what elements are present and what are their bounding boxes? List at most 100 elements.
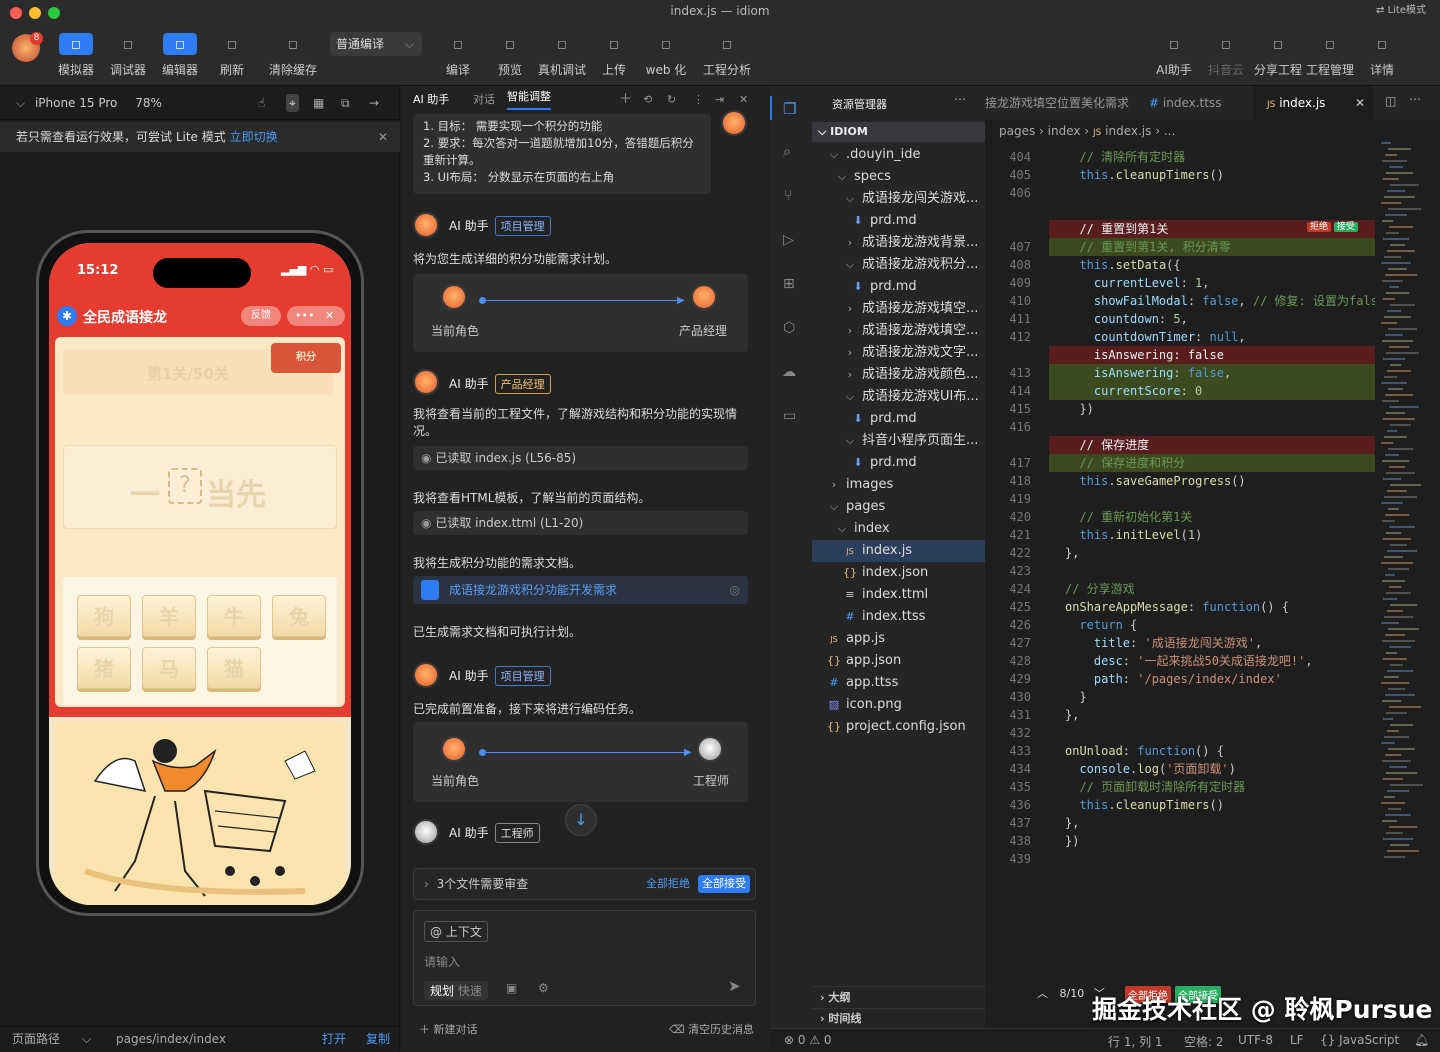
file-read-chip[interactable]: ◉ 已读取 index.js (L56-85) <box>413 446 748 470</box>
tree-item[interactable]: ⌵ 抖音小程序页面生... <box>812 430 985 452</box>
zoom-window-button[interactable] <box>48 7 60 19</box>
language-mode[interactable]: {} JavaScript <box>1320 1033 1399 1047</box>
split-editor-icon[interactable]: ◫ <box>1385 94 1396 108</box>
tree-item[interactable]: JS index.js <box>812 540 985 562</box>
tree-item[interactable]: ⌵ pages <box>812 496 985 518</box>
toolbar-right-button-2[interactable]: ◻ 分享工程 <box>1252 30 1304 80</box>
toolbar-left-button-2[interactable]: ◻ 编辑器 <box>154 30 206 80</box>
tree-item[interactable]: ⌵ .douyin_ide <box>812 144 985 166</box>
puzzle-blank[interactable]: ? <box>168 468 202 504</box>
context-button[interactable]: @ 上下文 <box>424 921 488 942</box>
lite-mode-toggle[interactable]: ⇄ Lite模式 <box>1376 0 1426 22</box>
tree-item[interactable]: JS app.js <box>812 628 985 650</box>
close-window-button[interactable] <box>10 7 22 19</box>
answer-tile[interactable]: 羊 <box>142 595 196 637</box>
more-icon[interactable]: ⋮ <box>693 86 704 114</box>
toolbar-left-button-3[interactable]: ◻ 刷新 <box>206 30 258 80</box>
tree-item[interactable]: › 成语接龙游戏颜色... <box>812 364 985 386</box>
package-icon[interactable]: ⬡ <box>783 320 795 336</box>
chevron-down-icon[interactable]: ⌵ <box>16 96 25 110</box>
encoding[interactable]: UTF-8 <box>1238 1033 1273 1047</box>
toolbar-mid-button-3[interactable]: ◻ 上传 <box>588 30 640 80</box>
extensions-icon[interactable]: ⊞ <box>783 276 795 292</box>
arrow-right-icon[interactable]: → <box>369 86 379 120</box>
answer-tile[interactable]: 猪 <box>77 647 131 689</box>
scroll-down-button[interactable]: ↓ <box>565 804 597 836</box>
tree-item[interactable]: ⌵ index <box>812 518 985 540</box>
tree-item[interactable]: # app.ttss <box>812 672 985 694</box>
toolbar-right-button-1[interactable]: ◻ 抖音云 <box>1200 30 1252 80</box>
tree-item[interactable]: › 成语接龙游戏文字... <box>812 342 985 364</box>
cloud-icon[interactable]: ☁ <box>782 364 796 380</box>
capsule-menu[interactable]: ••• ✕ <box>287 306 345 326</box>
mode-toggle[interactable]: 规划 快速 <box>424 981 488 1000</box>
toolbar-mid-button-2[interactable]: ◻ 真机调试 <box>536 30 588 80</box>
tree-item[interactable]: ⬇ prd.md <box>812 276 985 298</box>
compile-mode-select[interactable]: 普通编译 ⌵ <box>330 32 422 56</box>
toolbar-left-button-0[interactable]: ◻ 模拟器 <box>50 30 102 80</box>
accept-hunk-button[interactable]: 接受 <box>1333 222 1358 232</box>
timeline-section[interactable]: › 时间线 <box>812 1008 985 1028</box>
problems-indicator[interactable]: ⊗ 0 ⚠ 0 <box>784 1033 832 1047</box>
minimize-window-button[interactable] <box>29 7 41 19</box>
minimap[interactable] <box>1381 142 1425 942</box>
accept-all-button[interactable]: 全部接受 <box>698 875 750 893</box>
grid-icon[interactable]: ▦ <box>313 86 324 120</box>
chevron-up-icon[interactable]: ︿ <box>1037 987 1048 1000</box>
toolbar-mid-button-5[interactable]: ◻ 工程分析 <box>692 30 762 80</box>
cursor-position[interactable]: 行 1, 列 1 <box>1108 1033 1163 1050</box>
toolbar-right-button-4[interactable]: ◻ 详情 <box>1356 30 1408 80</box>
sync-icon[interactable]: ↻ <box>667 86 676 114</box>
expand-icon[interactable]: ⇥ <box>715 86 724 114</box>
tree-item[interactable]: # index.ttss <box>812 606 985 628</box>
close-icon[interactable]: ✕ <box>1355 86 1365 120</box>
tree-item[interactable]: ⌵ 成语接龙游戏UI布... <box>812 386 985 408</box>
tree-item[interactable]: ⌵ 成语接龙闯关游戏... <box>812 188 985 210</box>
tree-item[interactable]: ⬇ prd.md <box>812 408 985 430</box>
chevron-right-icon[interactable]: › <box>424 877 429 891</box>
monitor-icon[interactable]: ▭ <box>783 408 796 424</box>
reject-all-button[interactable]: 全部拒绝 <box>646 869 690 899</box>
outline-section[interactable]: › 大纲 <box>812 986 985 1008</box>
line-ending[interactable]: LF <box>1290 1033 1304 1047</box>
more-icon[interactable]: ⋯ <box>1409 92 1421 106</box>
tree-item[interactable]: {} app.json <box>812 650 985 672</box>
bell-icon[interactable]: 🔔︎ <box>1414 1033 1429 1047</box>
toolbar-left-button-1[interactable]: ◻ 调试器 <box>102 30 154 80</box>
toolbar-mid-button-1[interactable]: ◻ 预览 <box>484 30 536 80</box>
tree-item[interactable]: ⌵ 成语接龙游戏积分... <box>812 254 985 276</box>
debug-icon[interactable]: ▷ <box>783 232 794 248</box>
image-icon[interactable]: ▣ <box>506 981 517 995</box>
doc-link[interactable]: 成语接龙游戏积分功能开发需求 ◎ <box>413 576 748 604</box>
tree-item[interactable]: ⬇ prd.md <box>812 210 985 232</box>
tree-item[interactable]: › 成语接龙游戏背景... <box>812 232 985 254</box>
answer-tile[interactable]: 狗 <box>77 595 131 637</box>
tree-item[interactable]: ≡ index.ttml <box>812 584 985 606</box>
code-area[interactable]: 404 // 清除所有定时器 405 this.cleanupTimers() 40… <box>985 148 1375 868</box>
tree-item[interactable]: ▨ icon.png <box>812 694 985 716</box>
clear-history-button[interactable]: ⌫ 清空历史消息 <box>669 1016 754 1044</box>
device-select[interactable]: iPhone 15 Pro <box>35 96 117 110</box>
screenshot-icon[interactable]: ⧉ <box>341 86 350 120</box>
history-icon[interactable]: ⟲ <box>643 86 652 114</box>
tab-ai-assistant[interactable]: AI 助手 <box>413 86 449 114</box>
file-read-chip[interactable]: ◉ 已读取 index.ttml (L1-20) <box>413 511 748 535</box>
toolbar-mid-button-4[interactable]: ◻ web 化 <box>640 30 692 80</box>
tab-index-ttss[interactable]: # index.ttss <box>1135 86 1251 120</box>
tree-item[interactable]: › 成语接龙游戏填空... <box>812 320 985 342</box>
zoom-select[interactable]: 78% <box>135 96 162 110</box>
tree-item[interactable]: {} index.json <box>812 562 985 584</box>
tree-item[interactable]: ⬇ prd.md <box>812 452 985 474</box>
source-control-icon[interactable]: ⑂ <box>784 188 792 204</box>
answer-tile[interactable]: 兔 <box>272 595 326 637</box>
more-icon[interactable]: ⋯ <box>954 92 966 106</box>
eye-icon[interactable]: ◎ <box>730 576 740 604</box>
send-icon[interactable]: ➤ <box>728 977 741 995</box>
close-icon[interactable]: ✕ <box>378 122 388 152</box>
explorer-icon[interactable]: ❐ <box>783 100 796 118</box>
plus-icon[interactable]: ＋ <box>619 86 632 114</box>
indentation[interactable]: 空格: 2 <box>1184 1033 1224 1050</box>
toolbar-left-button-4[interactable]: ◻ 清除缓存 <box>258 30 328 80</box>
touch-icon[interactable]: ☝ <box>258 86 265 120</box>
answer-tile[interactable]: 猫 <box>207 647 261 689</box>
